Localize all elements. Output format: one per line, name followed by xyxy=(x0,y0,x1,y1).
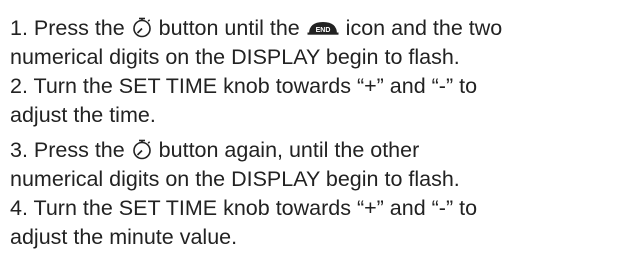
step-3-text-b: button again, until the other xyxy=(152,138,420,162)
step-1-text-c: icon and the two xyxy=(339,16,503,40)
step-3-line-1: 3. Press the button again, until the oth… xyxy=(10,136,630,165)
step-2-line-2: adjust the time. xyxy=(10,103,156,127)
steps-1-2: 1. Press the button until the END icon a… xyxy=(10,14,630,130)
steps-3-4: 3. Press the button again, until the oth… xyxy=(10,136,630,252)
step-1-line-2: numerical digits on the DISPLAY begin to… xyxy=(10,45,460,69)
end-icon: END xyxy=(306,18,340,38)
step-4-line-2: adjust the minute value. xyxy=(10,225,238,249)
step-1-text-b: button until the xyxy=(152,16,306,40)
end-icon-label: END xyxy=(315,27,330,34)
timer-icon xyxy=(131,16,153,38)
step-3-text-a: 3. Press the xyxy=(10,138,131,162)
step-3-line-2: numerical digits on the DISPLAY begin to… xyxy=(10,167,460,191)
step-2-line-1: 2. Turn the SET TIME knob towards “+” an… xyxy=(10,74,478,98)
instructions: 1. Press the button until the END icon a… xyxy=(10,14,630,252)
timer-icon xyxy=(131,138,153,160)
step-1-line-1: 1. Press the button until the END icon a… xyxy=(10,14,630,43)
step-1-text-a: 1. Press the xyxy=(10,16,131,40)
step-4-line-1: 4. Turn the SET TIME knob towards “+” an… xyxy=(10,196,478,220)
